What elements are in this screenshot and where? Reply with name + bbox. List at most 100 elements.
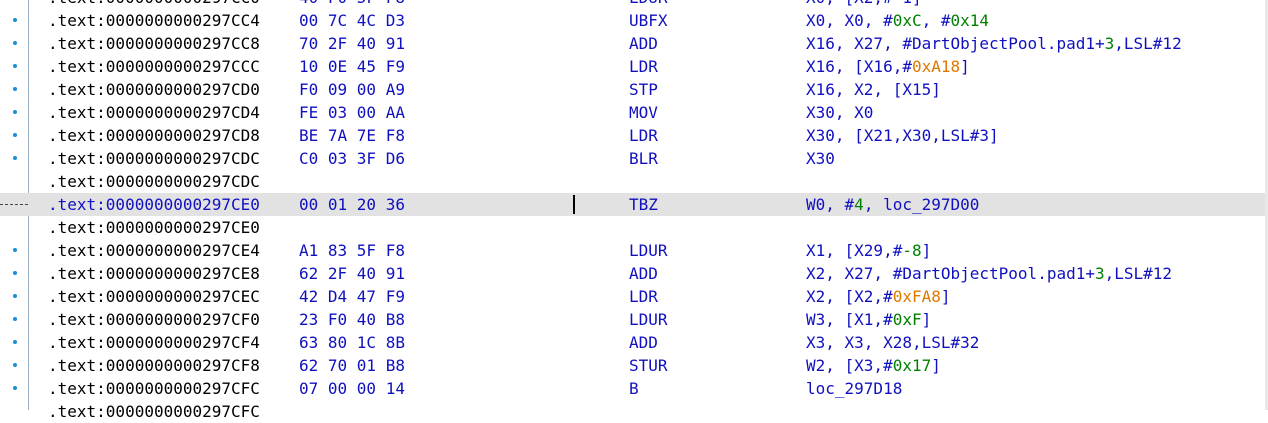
operands[interactable]: X16, [X16,#0xA18] (806, 55, 970, 78)
listing-row[interactable]: .text:0000000000297CF0 23 F0 40 B8 LDUR W3,… (0, 308, 1268, 331)
mnemonic[interactable]: LDR (629, 124, 658, 147)
mnemonic[interactable]: LDR (629, 55, 658, 78)
mnemonic[interactable]: UBFX (629, 9, 668, 32)
operands[interactable]: W0, #4, loc_297D00 (806, 193, 979, 216)
current-line-arrow-icon (0, 204, 28, 205)
listing-row[interactable]: .text:0000000000297CD8 BE 7A 7E F8 LDR X30,… (0, 124, 1268, 147)
operands[interactable]: X16, X27, #DartObjectPool.pad1+3,LSL#12 (806, 32, 1182, 55)
operands[interactable]: W3, [X1,#0xF] (806, 308, 931, 331)
mnemonic[interactable]: ADD (629, 262, 658, 285)
mnemonic[interactable]: LDUR (629, 0, 668, 9)
listing-row[interactable]: .text:0000000000297CF4 63 80 1C 8B ADD X3, … (0, 331, 1268, 354)
address[interactable]: .text:0000000000297CCC (48, 55, 260, 78)
listing-row[interactable]: .text:0000000000297CFC 07 00 00 14 Bloc_29… (0, 377, 1268, 400)
address[interactable]: .text:0000000000297CDC (48, 147, 260, 170)
operands[interactable]: X2, [X2,#0xFA8] (806, 285, 951, 308)
address[interactable]: .text:0000000000297CEC (48, 285, 260, 308)
mnemonic[interactable]: B (629, 377, 639, 400)
operand-text: X2, [X2,# (806, 287, 893, 306)
breakpoint-dot-icon[interactable] (13, 18, 17, 22)
breakpoint-dot-icon[interactable] (13, 41, 17, 45)
address[interactable]: .text:0000000000297CC4 (48, 9, 260, 32)
operand-constant: 0xF (892, 310, 922, 329)
operands[interactable]: X30, X0 (806, 101, 873, 124)
opcode-bytes: 63 80 1C 8B (299, 333, 405, 352)
operands[interactable]: X1, [X29,#-8] (806, 239, 931, 262)
operand-text: W2, [X3,# (806, 356, 893, 375)
listing-row[interactable]: .text:0000000000297CDC (0, 170, 1268, 193)
address[interactable]: .text:0000000000297CF0 (48, 308, 260, 331)
address[interactable]: .text:0000000000297CDC (48, 170, 260, 193)
listing-row[interactable]: .text:0000000000297CC4 00 7C 4C D3 UBFX X0,… (0, 9, 1268, 32)
opcode-bytes: 23 F0 40 B8 (299, 310, 405, 329)
breakpoint-dot-icon[interactable] (13, 110, 17, 114)
opcode-bytes: C0 03 3F D6 (299, 149, 405, 168)
address[interactable]: .text:0000000000297CE0 (48, 193, 260, 216)
breakpoint-dot-icon[interactable] (13, 248, 17, 252)
breakpoint-dot-icon[interactable] (13, 64, 17, 68)
listing-row[interactable]: .text:0000000000297CE8 62 2F 40 91 ADD X2, … (0, 262, 1268, 285)
address[interactable]: .text:0000000000297CFC (48, 400, 260, 423)
operand-text: X3, X3, X28,LSL#32 (806, 333, 980, 352)
operands[interactable]: X0, X0, #0xC, #0x14 (806, 9, 989, 32)
mnemonic[interactable]: ADD (629, 331, 658, 354)
mnemonic[interactable]: STP (629, 78, 658, 101)
operands[interactable]: loc_297D18 (806, 377, 902, 400)
mnemonic[interactable]: ADD (629, 32, 658, 55)
operands[interactable]: X16, X2, [X15] (806, 78, 941, 101)
operand-constant: 4 (854, 195, 864, 214)
operands[interactable]: X0, [X2,#-1] (806, 0, 922, 9)
listing-row[interactable]: .text:0000000000297CD0 F0 09 00 A9 STP X16,… (0, 78, 1268, 101)
operands[interactable]: X2, X27, #DartObjectPool.pad1+3,LSL#12 (806, 262, 1172, 285)
breakpoint-dot-icon[interactable] (13, 340, 17, 344)
breakpoint-dot-icon[interactable] (13, 386, 17, 390)
address[interactable]: .text:0000000000297CE8 (48, 262, 260, 285)
operands[interactable]: X3, X3, X28,LSL#32 (806, 331, 979, 354)
breakpoint-dot-icon[interactable] (13, 294, 17, 298)
listing-row[interactable]: .text:0000000000297CD4 FE 03 00 AA MOV X30,… (0, 101, 1268, 124)
operands[interactable]: W2, [X3,#0x17] (806, 354, 941, 377)
address[interactable]: .text:0000000000297CF8 (48, 354, 260, 377)
operand-constant: 0xFA8 (892, 287, 941, 306)
address[interactable]: .text:0000000000297CFC (48, 377, 260, 400)
disassembly-listing[interactable]: .text:0000000000297CC0 40 F0 5F F8 LDUR X0,… (0, 0, 1268, 423)
mnemonic[interactable]: STUR (629, 354, 668, 377)
operand-text: W0, # (806, 195, 855, 214)
listing-row[interactable]: .text:0000000000297CE0 (0, 216, 1268, 239)
listing-row[interactable]: .text:0000000000297CFC (0, 400, 1268, 423)
address[interactable]: .text:0000000000297CD8 (48, 124, 260, 147)
address[interactable]: .text:0000000000297CE4 (48, 239, 260, 262)
mnemonic[interactable]: LDUR (629, 239, 668, 262)
mnemonic[interactable]: TBZ (629, 193, 658, 216)
address[interactable]: .text:0000000000297CF4 (48, 331, 260, 354)
mnemonic[interactable]: MOV (629, 101, 658, 124)
opcode-bytes: 62 2F 40 91 (299, 264, 405, 283)
address[interactable]: .text:0000000000297CC0 (48, 0, 260, 9)
breakpoint-dot-icon[interactable] (13, 156, 17, 160)
listing-row[interactable]: .text:0000000000297CC8 70 2F 40 91 ADD X16,… (0, 32, 1268, 55)
breakpoint-dot-icon[interactable] (13, 271, 17, 275)
address[interactable]: .text:0000000000297CC8 (48, 32, 260, 55)
mnemonic[interactable]: LDUR (629, 308, 668, 331)
breakpoint-dot-icon[interactable] (13, 363, 17, 367)
selected-listing-row[interactable]: .text:0000000000297CE0 00 01 20 36 TBZ W0, … (0, 193, 1268, 216)
address[interactable]: .text:0000000000297CE0 (48, 216, 260, 239)
breakpoint-dot-icon[interactable] (13, 133, 17, 137)
address[interactable]: .text:0000000000297CD0 (48, 78, 260, 101)
operands[interactable]: X30 (806, 147, 835, 170)
breakpoint-dot-icon[interactable] (13, 317, 17, 321)
listing-row[interactable]: .text:0000000000297CC0 40 F0 5F F8 LDUR X0,… (0, 0, 1268, 9)
listing-row[interactable]: .text:0000000000297CF8 62 70 01 B8 STUR W2,… (0, 354, 1268, 377)
mnemonic[interactable]: BLR (629, 147, 658, 170)
listing-row[interactable]: .text:0000000000297CE4 A1 83 5F F8 LDUR X1,… (0, 239, 1268, 262)
breakpoint-dot-icon[interactable] (13, 87, 17, 91)
operands[interactable]: X30, [X21,X30,LSL#3] (806, 124, 999, 147)
operand-constant: 0xC (892, 11, 922, 30)
opcode-bytes: 40 F0 5F F8 (299, 0, 405, 9)
listing-row[interactable]: .text:0000000000297CDC C0 03 3F D6 BLR X30 (0, 147, 1268, 170)
mnemonic[interactable]: LDR (629, 285, 658, 308)
opcode-bytes: 07 00 00 14 (299, 379, 405, 398)
listing-row[interactable]: .text:0000000000297CCC 10 0E 45 F9 LDR X16,… (0, 55, 1268, 78)
address[interactable]: .text:0000000000297CD4 (48, 101, 260, 124)
listing-row[interactable]: .text:0000000000297CEC 42 D4 47 F9 LDR X2, … (0, 285, 1268, 308)
